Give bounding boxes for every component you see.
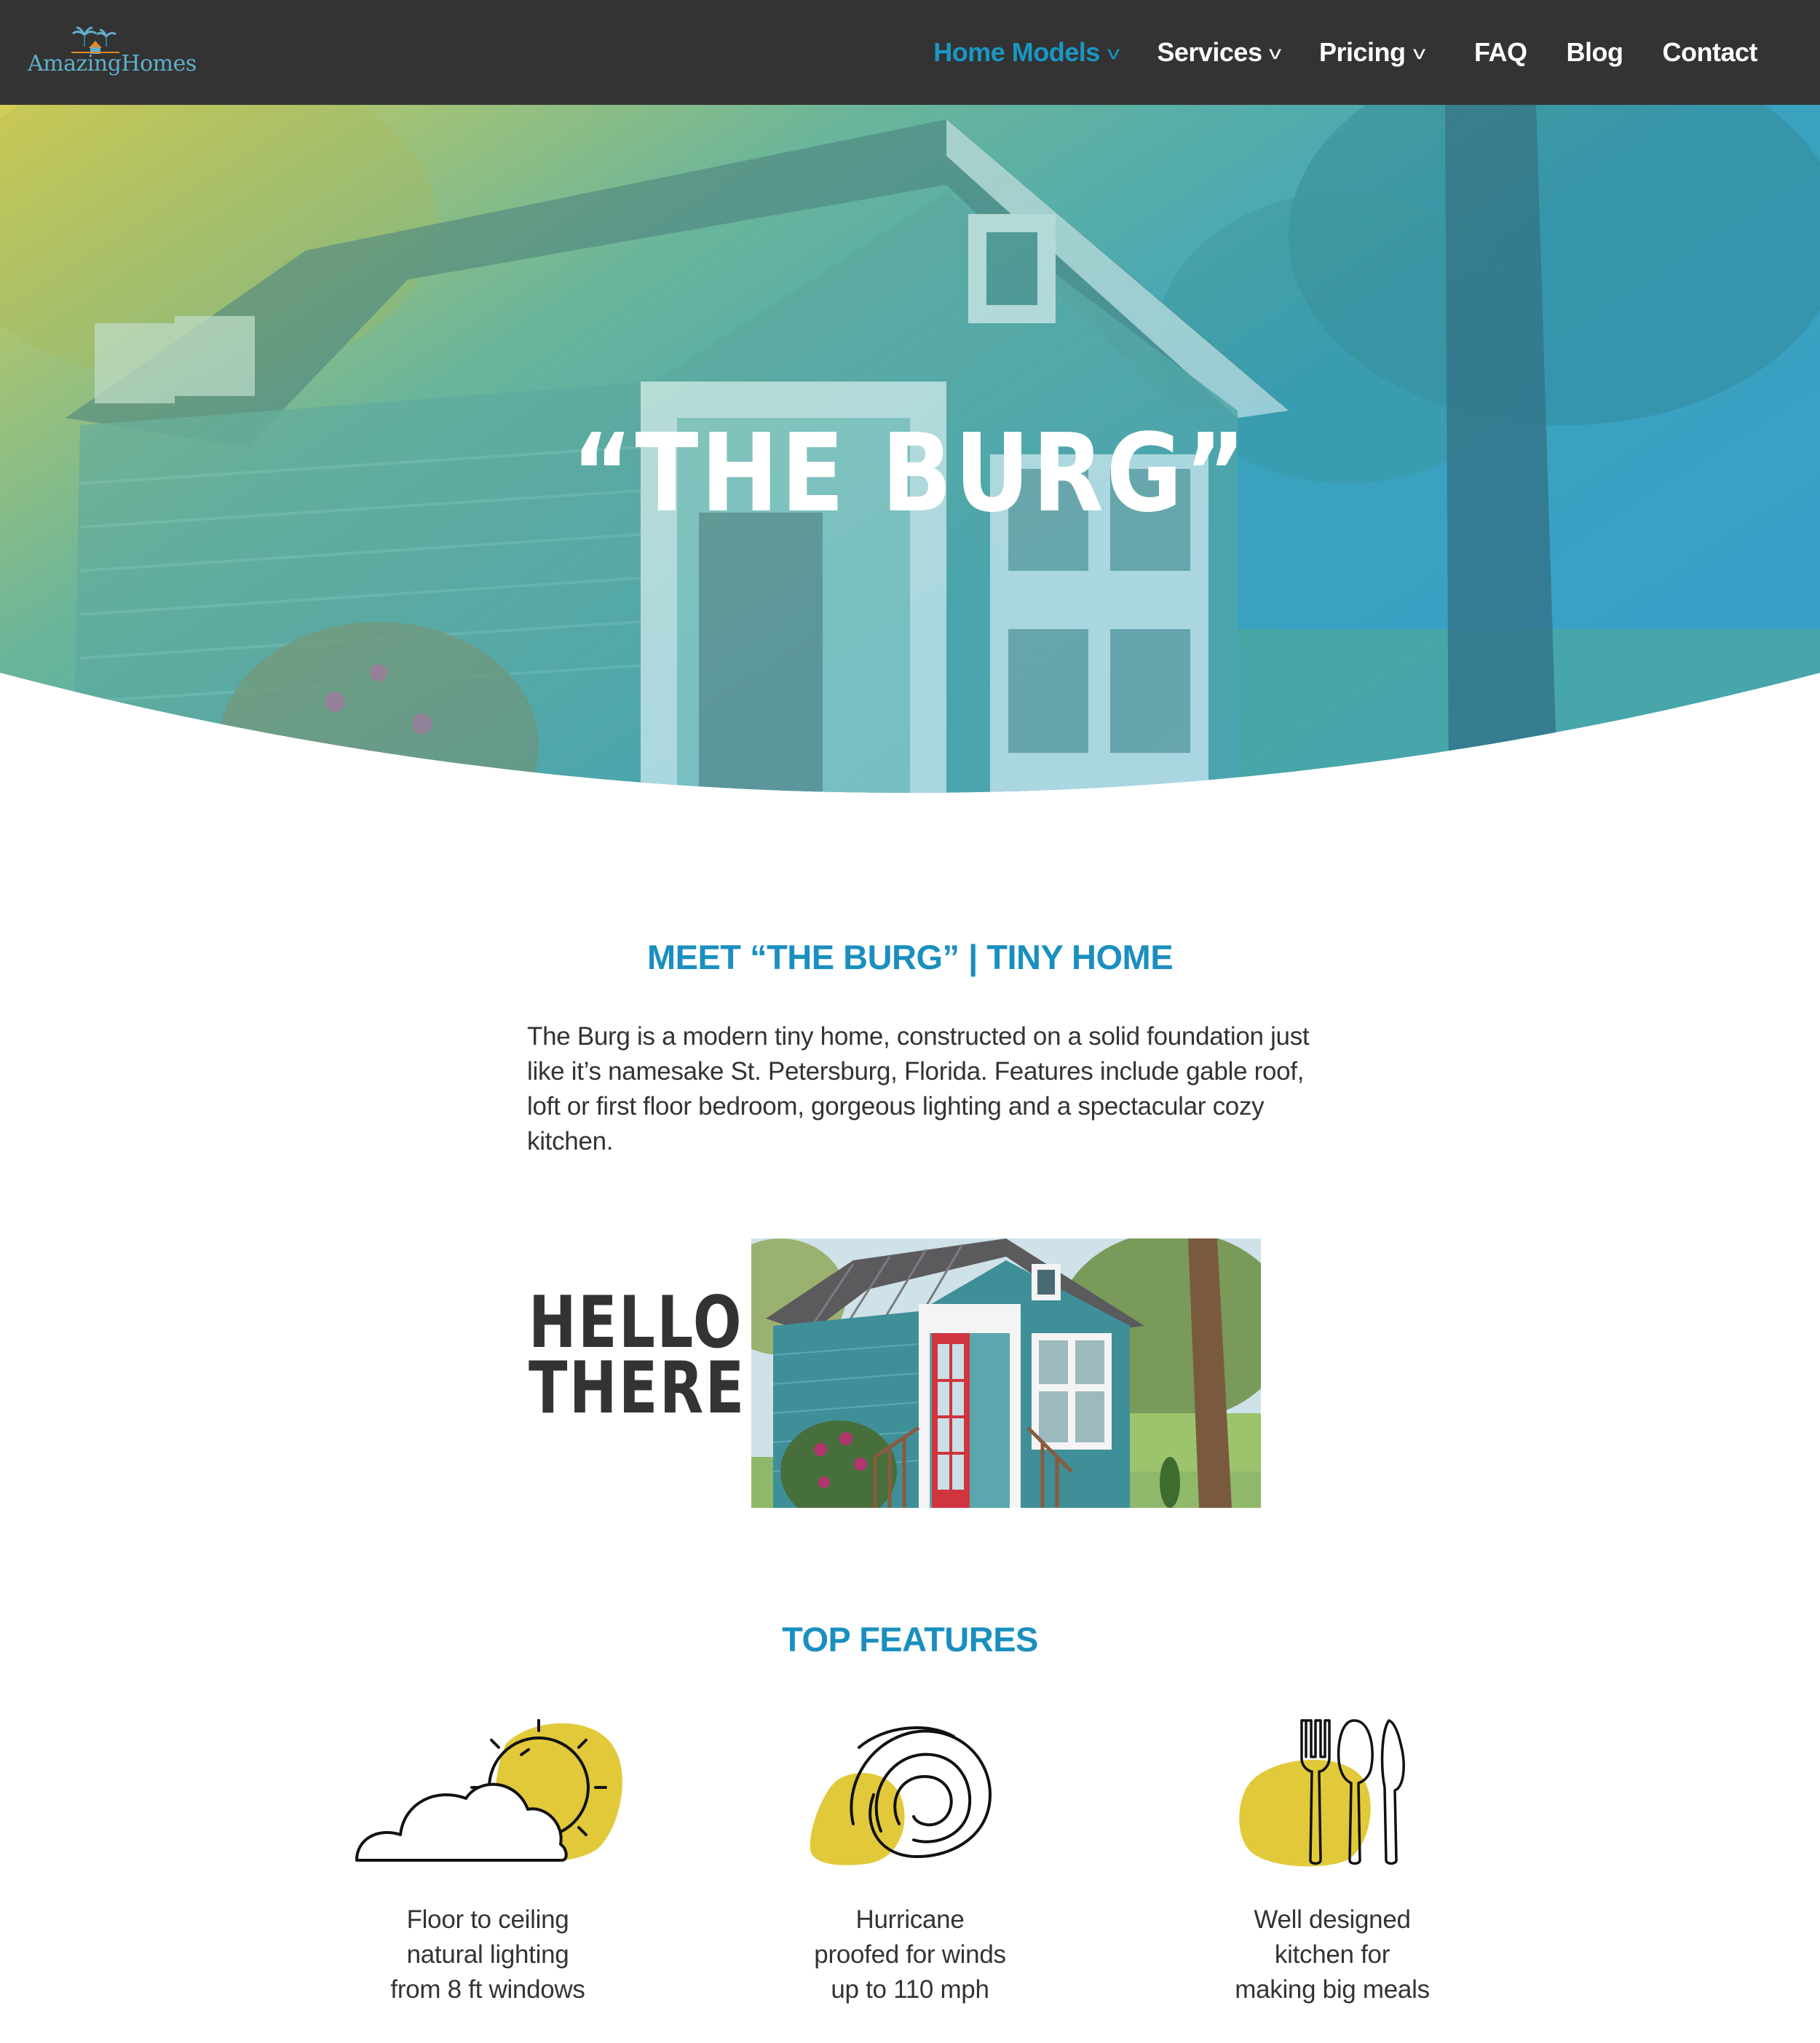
nav-label: Services (1157, 37, 1262, 67)
feature-line: kitchen for (1274, 1940, 1390, 1969)
tiny-home-photo-image (751, 1238, 1261, 1508)
site-logo[interactable]: AmazingHomes (28, 25, 197, 83)
top-navigation-bar: AmazingHomes Home Models v Services v Pr… (0, 0, 1820, 105)
nav-label: Home Models (933, 37, 1100, 67)
main-menu: Home Models v Services v Pricing v FAQ B… (894, 0, 1757, 105)
logo-house-icon (71, 26, 119, 54)
feature-kitchen: Well designed kitchen for making big mea… (1179, 1715, 1485, 2007)
chevron-down-icon: v (1107, 41, 1120, 63)
nav-item-faq[interactable]: FAQ (1474, 37, 1527, 68)
sun-cloud-icon (355, 1719, 622, 1862)
hello-there-heading: HELLO THERE! (529, 1281, 774, 1430)
feature-text: Hurricane proofed for winds up to 110 mp… (757, 1902, 1063, 2007)
logo-text: AmazingHomes (28, 51, 197, 76)
nav-item-home-models[interactable]: Home Models v (933, 37, 1120, 68)
meet-heading: MEET “THE BURG” | TINY HOME (646, 938, 1174, 976)
nav-label: Pricing (1318, 37, 1406, 67)
feature-line: making big meals (1235, 1975, 1430, 2004)
feature-text: Floor to ceiling natural lighting from 8… (335, 1902, 641, 2007)
meet-description: The Burg is a modern tiny home, construc… (527, 1022, 1310, 1155)
feature-line: Floor to ceiling (406, 1905, 569, 1934)
hello-line-2: THERE! (529, 1347, 774, 1430)
nav-label: Contact (1662, 37, 1758, 67)
hero-title: “THE BURG” (571, 411, 1249, 536)
chevron-down-icon: v (1269, 41, 1282, 63)
features-heading: TOP FEATURES (782, 1620, 1038, 1659)
feature-line: proofed for winds (814, 1940, 1006, 1969)
chevron-down-icon: v (1412, 41, 1425, 63)
hero-banner: “THE BURG” (0, 105, 1820, 804)
nav-item-services[interactable]: Services v (1157, 37, 1282, 68)
feature-natural-lighting: Floor to ceiling natural lighting from 8… (335, 1715, 641, 2007)
feature-line: natural lighting (406, 1940, 569, 1969)
feature-line: Well designed (1254, 1905, 1411, 1934)
nav-item-pricing[interactable]: Pricing v (1318, 37, 1425, 68)
feature-line: Hurricane (855, 1905, 965, 1934)
tiny-home-photo (751, 1238, 1261, 1508)
nav-item-blog[interactable]: Blog (1567, 37, 1623, 68)
feature-hurricane-proof: Hurricane proofed for winds up to 110 mp… (757, 1715, 1063, 2007)
feature-text: Well designed kitchen for making big mea… (1179, 1902, 1485, 2007)
nav-label: Blog (1566, 37, 1623, 67)
feature-line: from 8 ft windows (390, 1975, 585, 2004)
cutlery-icon (1239, 1719, 1405, 1867)
feature-line: up to 110 mph (831, 1975, 989, 2004)
hurricane-spiral-icon (810, 1726, 992, 1865)
nav-label: FAQ (1474, 37, 1527, 67)
nav-item-contact[interactable]: Contact (1663, 37, 1758, 68)
hello-line-1: HELLO (529, 1281, 743, 1364)
